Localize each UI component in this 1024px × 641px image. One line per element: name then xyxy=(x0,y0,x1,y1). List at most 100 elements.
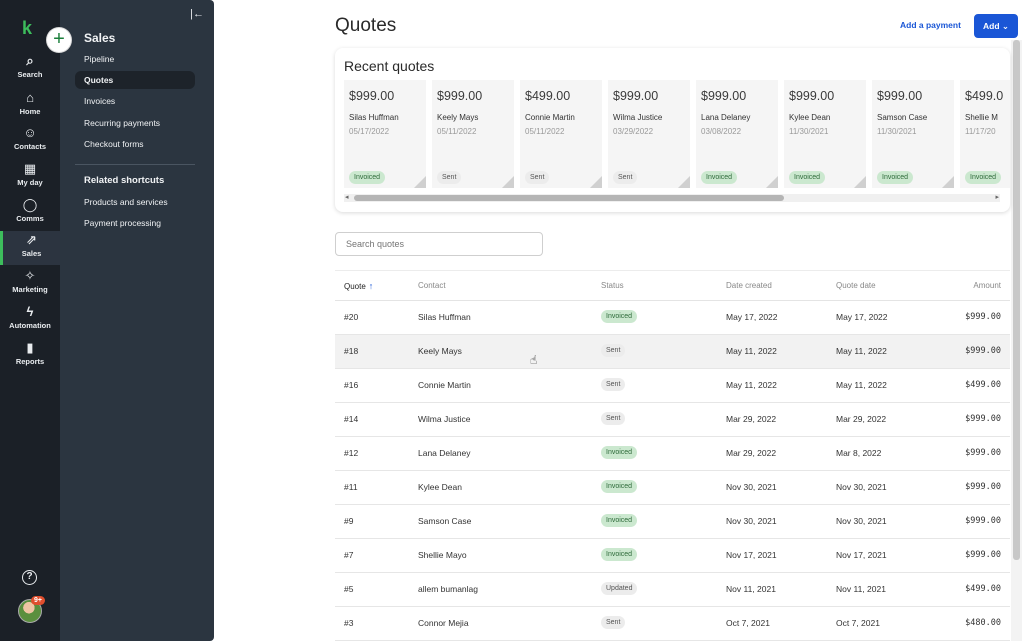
quote-number[interactable]: #3 xyxy=(344,618,353,628)
subnav-item-recurring-payments[interactable]: Recurring payments xyxy=(75,114,195,132)
quote-amount: $499.00 xyxy=(965,380,1001,390)
contact-name[interactable]: Connie Martin xyxy=(418,380,471,390)
card-amount: $999.00 xyxy=(701,89,747,103)
rail-item-my-day[interactable]: ▦ My day xyxy=(0,160,60,194)
contact-name[interactable]: Kylee Dean xyxy=(418,482,462,492)
subnav-item-quotes[interactable]: Quotes xyxy=(75,71,195,89)
status-badge: Sent xyxy=(601,412,626,425)
contact-name[interactable]: allem bumanlag xyxy=(418,584,478,594)
quote-date: Nov 30, 2021 xyxy=(836,482,887,492)
recent-quote-card[interactable]: $499.0 Shellie M 11/17/20 Invoiced xyxy=(960,80,1010,188)
table-row[interactable]: #20 Silas Huffman Invoiced May 17, 2022 May … xyxy=(335,301,1010,335)
card-date: 11/30/2021 xyxy=(789,127,829,136)
collapse-sidebar-icon[interactable]: |← xyxy=(190,8,204,20)
recent-quote-card[interactable]: $999.00 Wilma Justice 03/29/2022 Sent xyxy=(608,80,690,188)
table-row[interactable]: #12 Lana Delaney Invoiced Mar 29, 2022 Mar 8… xyxy=(335,437,1010,471)
table-row[interactable]: #9 Samson Case Invoiced Nov 30, 2021 Nov 30,… xyxy=(335,505,1010,539)
status-badge: Updated xyxy=(601,582,638,595)
table-row[interactable]: #7 Shellie Mayo Invoiced Nov 17, 2021 Nov 17… xyxy=(335,539,1010,573)
column-header-contact[interactable]: Contact xyxy=(418,281,446,290)
icon-rail: k + ⌕ Search ⌂ Home ☺ Contacts ▦ My day ◯ Comms ⇗ S… xyxy=(0,0,71,641)
table-row[interactable]: #5 allem bumanlag Updated Nov 11, 2021 Nov 1… xyxy=(335,573,1010,607)
quote-number[interactable]: #5 xyxy=(344,584,353,594)
contact-name[interactable]: Keely Mays xyxy=(418,346,462,356)
subnav-item-invoices[interactable]: Invoices xyxy=(75,92,195,110)
contact-name[interactable]: Connor Mejia xyxy=(418,618,469,628)
quote-number[interactable]: #16 xyxy=(344,380,358,390)
quote-number[interactable]: #18 xyxy=(344,346,358,356)
card-contact: Kylee Dean xyxy=(789,113,831,122)
reports-icon: ▮ xyxy=(26,340,34,355)
keap-logo[interactable]: k xyxy=(22,18,32,39)
recent-quote-card[interactable]: $999.00 Silas Huffman 05/17/2022 Invoiced xyxy=(344,80,426,188)
contact-name[interactable]: Silas Huffman xyxy=(418,312,471,322)
recent-quote-card[interactable]: $999.00 Samson Case 11/30/2021 Invoiced xyxy=(872,80,954,188)
home-icon: ⌂ xyxy=(26,90,34,105)
card-fold-corner xyxy=(854,176,866,188)
table-row[interactable]: #16 Connie Martin Sent May 11, 2022 May 11, … xyxy=(335,369,1010,403)
recent-quote-card[interactable]: $999.00 Kylee Dean 11/30/2021 Invoiced xyxy=(784,80,866,188)
column-header-quote-date[interactable]: Quote date xyxy=(836,281,876,290)
scroll-thumb[interactable] xyxy=(354,195,784,201)
quote-date: Nov 17, 2021 xyxy=(836,550,887,560)
column-header-quote[interactable]: Quote ↑ xyxy=(344,281,373,291)
recent-quotes-scrollbar[interactable]: ◂ ▸ xyxy=(344,194,1000,202)
status-badge: Sent xyxy=(613,171,638,184)
rail-item-search[interactable]: ⌕ Search xyxy=(0,52,60,86)
card-date: 03/29/2022 xyxy=(613,127,654,136)
add-button[interactable]: Add ⌄ xyxy=(974,14,1018,38)
page-scrollbar[interactable] xyxy=(1013,40,1020,560)
quick-add-button[interactable]: + xyxy=(47,28,71,52)
recent-quote-card[interactable]: $999.00 Keely Mays 05/11/2022 Sent xyxy=(432,80,514,188)
contact-name[interactable]: Samson Case xyxy=(418,516,471,526)
date-created: Nov 30, 2021 xyxy=(726,482,777,492)
table-row[interactable]: #3 Connor Mejia Sent Oct 7, 2021 Oct 7, 2021… xyxy=(335,607,1010,641)
quote-number[interactable]: #7 xyxy=(344,550,353,560)
automation-icon: ϟ xyxy=(26,304,34,319)
rail-item-marketing[interactable]: ✧ Marketing xyxy=(0,267,60,301)
column-header-date-created[interactable]: Date created xyxy=(726,281,772,290)
table-row[interactable]: #18 Keely Mays Sent May 11, 2022 May 11, 202… xyxy=(335,335,1010,369)
contact-name[interactable]: Lana Delaney xyxy=(418,448,470,458)
shortcut-item-products-and-services[interactable]: Products and services xyxy=(75,193,195,211)
rail-item-contacts[interactable]: ☺ Contacts xyxy=(0,124,60,158)
subnav-divider xyxy=(75,164,195,165)
recent-quote-card[interactable]: $499.00 Connie Martin 05/11/2022 Sent xyxy=(520,80,602,188)
recent-quotes-title: Recent quotes xyxy=(344,58,435,74)
rail-item-comms[interactable]: ◯ Comms xyxy=(0,196,60,230)
quote-number[interactable]: #12 xyxy=(344,448,358,458)
rail-item-automation[interactable]: ϟ Automation xyxy=(0,303,60,337)
quote-amount: $999.00 xyxy=(965,482,1001,492)
quote-number[interactable]: #14 xyxy=(344,414,358,424)
scroll-left-icon[interactable]: ◂ xyxy=(345,193,349,201)
quote-amount: $999.00 xyxy=(965,448,1001,458)
shortcut-item-payment-processing[interactable]: Payment processing xyxy=(75,214,195,232)
recent-quote-card[interactable]: $999.00 Lana Delaney 03/08/2022 Invoiced xyxy=(696,80,778,188)
help-icon[interactable]: ? xyxy=(22,570,37,585)
contact-name[interactable]: Wilma Justice xyxy=(418,414,470,424)
status-badge: Sent xyxy=(601,378,626,391)
quote-number[interactable]: #11 xyxy=(344,482,358,492)
status-badge: Invoiced xyxy=(965,171,1002,184)
subnav-item-checkout-forms[interactable]: Checkout forms xyxy=(75,135,195,153)
marketing-icon: ✧ xyxy=(24,268,36,283)
subnav-item-pipeline[interactable]: Pipeline xyxy=(75,50,195,68)
table-row[interactable]: #14 Wilma Justice Sent Mar 29, 2022 Mar 29, … xyxy=(335,403,1010,437)
rail-item-sales[interactable]: ⇗ Sales xyxy=(0,231,60,265)
card-amount: $999.00 xyxy=(349,89,395,103)
contact-name[interactable]: Shellie Mayo xyxy=(418,550,467,560)
rail-item-home[interactable]: ⌂ Home xyxy=(0,89,60,123)
table-row[interactable]: #11 Kylee Dean Invoiced Nov 30, 2021 Nov 30,… xyxy=(335,471,1010,505)
date-created: Mar 29, 2022 xyxy=(726,414,777,424)
rail-item-reports[interactable]: ▮ Reports xyxy=(0,339,60,373)
date-created: May 11, 2022 xyxy=(726,346,777,356)
search-input[interactable] xyxy=(335,232,543,256)
card-fold-corner xyxy=(590,176,602,188)
column-header-amount[interactable]: Amount xyxy=(973,281,1001,290)
column-header-status[interactable]: Status xyxy=(601,281,624,290)
quote-number[interactable]: #20 xyxy=(344,312,358,322)
scroll-right-icon[interactable]: ▸ xyxy=(995,193,999,201)
quote-number[interactable]: #9 xyxy=(344,516,353,526)
add-payment-link[interactable]: Add a payment xyxy=(900,20,961,30)
my-day-icon: ▦ xyxy=(23,161,37,176)
